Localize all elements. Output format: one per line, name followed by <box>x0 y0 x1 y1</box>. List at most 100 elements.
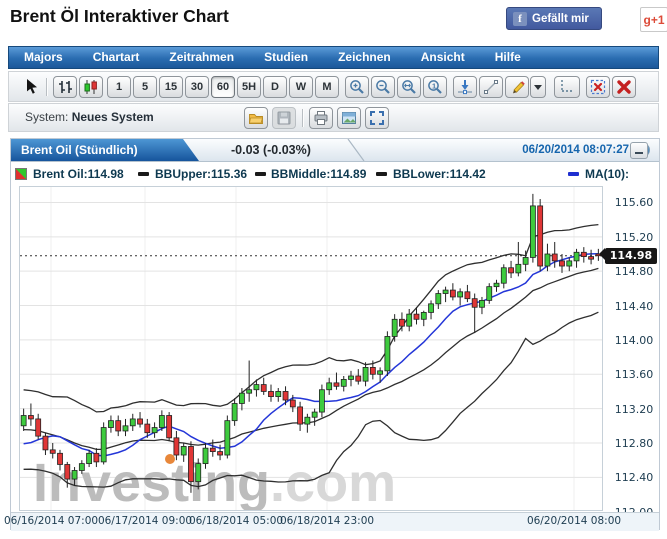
candle <box>385 336 390 370</box>
zoom-fit-button[interactable] <box>397 76 421 98</box>
legend-chip-4 <box>568 172 579 176</box>
timeframe-button-30[interactable]: 30 <box>185 76 209 98</box>
legend-chip-3 <box>376 172 387 176</box>
timeframe-button-5h[interactable]: 5H <box>237 76 261 98</box>
timeframe-button-60[interactable]: 60 <box>211 76 235 98</box>
chart-tab[interactable]: Brent Oil (Stündlich) <box>11 139 199 161</box>
open-folder-button[interactable] <box>244 107 268 129</box>
candle <box>239 393 244 403</box>
plot-area[interactable]: Investing.com <box>19 186 603 511</box>
add-indicator-button[interactable] <box>453 76 477 98</box>
candle <box>399 319 404 326</box>
chart-change-value: -0.03 (-0.03%) <box>231 139 311 161</box>
menu-item-hilfe[interactable]: Hilfe <box>480 47 536 68</box>
candle <box>574 252 579 261</box>
chart-widget: Brent Oil (Stündlich) -0.03 (-0.03%) 06/… <box>10 138 660 530</box>
candle <box>123 426 128 431</box>
page: Brent Öl Interaktiver Chart f Gefällt mi… <box>0 0 667 539</box>
system-bar: System: Neues System <box>8 103 659 132</box>
menu-item-zeitrahmen[interactable]: Zeitrahmen <box>154 47 249 68</box>
legend-label-0: Brent Oil:114.98 <box>33 167 124 181</box>
candle <box>181 446 186 455</box>
candle <box>101 428 106 462</box>
legend-minimize-button[interactable] <box>630 142 648 159</box>
print-button[interactable] <box>309 107 333 129</box>
candlestick-chart: Investing.com <box>20 187 602 510</box>
ohlc-bars-button[interactable] <box>53 76 77 98</box>
cursor-icon[interactable] <box>23 77 41 101</box>
candle <box>421 312 426 319</box>
x-tick-label: 06/17/2014 09:00 <box>98 515 192 527</box>
x-tick-label: 06/18/2014 23:00 <box>280 515 374 527</box>
menu-item-majors[interactable]: Majors <box>9 47 78 68</box>
candle <box>65 464 70 479</box>
menu-item-studien[interactable]: Studien <box>249 47 323 68</box>
system-label: System: Neues System <box>25 104 154 131</box>
chart-legend: Brent Oil:114.98 BBUpper:115.36 BBMiddle:1… <box>11 162 659 186</box>
candle <box>174 438 179 455</box>
candle <box>552 254 557 261</box>
snapshot-button[interactable] <box>337 107 361 129</box>
candle <box>392 319 397 336</box>
candle <box>414 314 419 319</box>
facebook-like-label: Gefällt mir <box>532 13 589 25</box>
fullscreen-button[interactable] <box>365 107 389 129</box>
candle <box>319 390 324 412</box>
candle <box>247 390 252 393</box>
candle <box>87 453 92 463</box>
candle <box>545 254 550 266</box>
candle <box>589 257 594 260</box>
menu-item-zeichnen[interactable]: Zeichnen <box>323 47 406 68</box>
line-tool-button[interactable] <box>479 76 503 98</box>
candle <box>509 268 514 273</box>
zoom-in-button[interactable] <box>345 76 369 98</box>
y-tick-label: 115.20 <box>607 231 661 244</box>
x-axis: 06/16/2014 07:0006/17/2014 09:0006/18/20… <box>11 512 659 531</box>
candle <box>196 464 201 482</box>
candle <box>501 268 506 283</box>
last-price-tag: 114.98 <box>605 248 657 264</box>
candlestick-button[interactable] <box>79 76 103 98</box>
y-tick-label: 114.00 <box>607 334 661 347</box>
candle <box>443 290 448 293</box>
timeframe-button-d[interactable]: D <box>263 76 287 98</box>
candle <box>94 453 99 462</box>
candle <box>268 391 273 396</box>
timeframe-button-m[interactable]: M <box>315 76 339 98</box>
menu-item-chartart[interactable]: Chartart <box>78 47 155 68</box>
x-tick-label: 06/18/2014 05:00 <box>189 515 283 527</box>
candle <box>305 417 310 424</box>
legend-label-2: BBMiddle:114.89 <box>271 167 366 181</box>
pencil-tool-button[interactable] <box>505 76 529 98</box>
candle <box>356 376 361 381</box>
timeframe-button-w[interactable]: W <box>289 76 313 98</box>
zoom-100-button[interactable]: 1 <box>423 76 447 98</box>
timeframe-button-1[interactable]: 1 <box>107 76 131 98</box>
pencil-dropdown-button[interactable] <box>530 76 546 98</box>
save-button[interactable] <box>272 107 296 129</box>
candle <box>210 448 215 451</box>
candle <box>334 383 339 386</box>
candle <box>567 261 572 266</box>
legend-label-1: BBUpper:115.36 <box>155 167 247 181</box>
timeframe-button-15[interactable]: 15 <box>159 76 183 98</box>
timeframe-button-5[interactable]: 5 <box>133 76 157 98</box>
menu-item-ansicht[interactable]: Ansicht <box>406 47 480 68</box>
system-name: Neues System <box>72 110 154 124</box>
toolbar-separator <box>46 78 48 96</box>
legend-chip-1 <box>138 172 149 176</box>
candle <box>479 300 484 307</box>
candle <box>370 367 375 374</box>
y-tick-label: 115.60 <box>607 196 661 209</box>
candle <box>349 376 354 379</box>
delete-drawing-button[interactable] <box>586 76 610 98</box>
candle <box>145 424 150 433</box>
crosshair-tool-button[interactable] <box>554 76 580 98</box>
facebook-like-button[interactable]: f Gefällt mir <box>506 7 602 30</box>
google-plus-one-button[interactable]: g+1 <box>640 7 667 32</box>
candle <box>159 416 164 428</box>
delete-all-button[interactable] <box>612 76 636 98</box>
candle <box>530 206 535 258</box>
candle <box>298 407 303 424</box>
zoom-out-button[interactable] <box>371 76 395 98</box>
